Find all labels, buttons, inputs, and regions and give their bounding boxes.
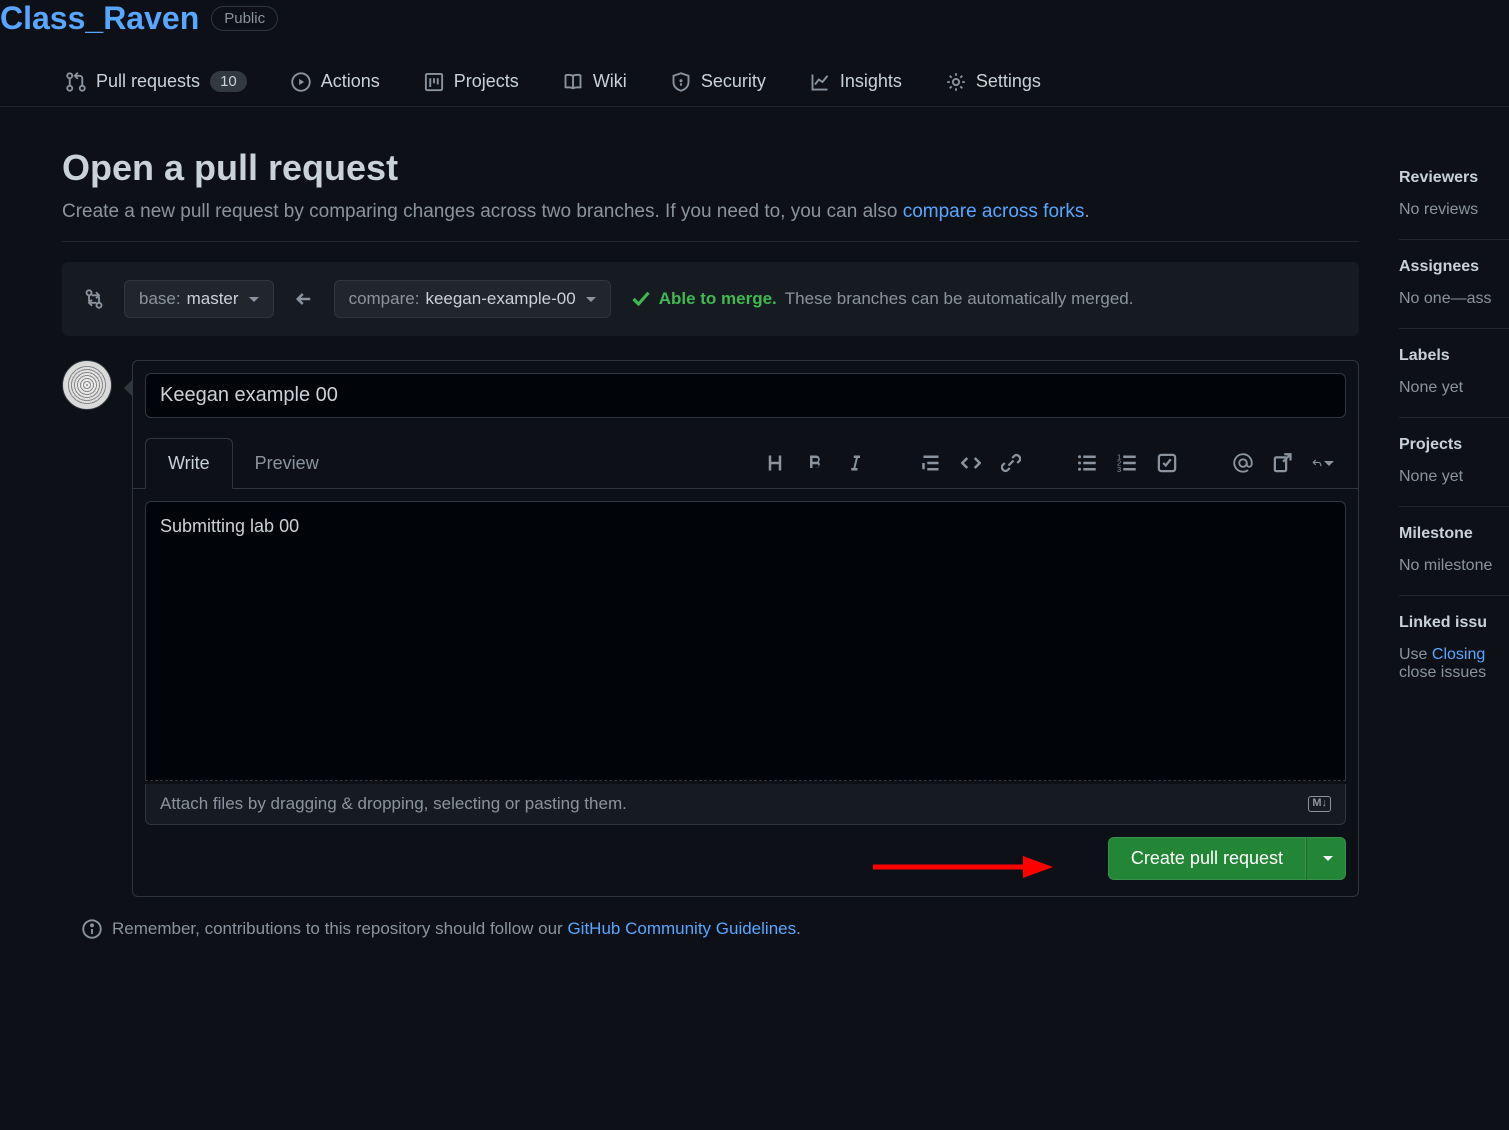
user-avatar[interactable] (62, 360, 112, 410)
quote-icon[interactable] (920, 452, 942, 474)
sidebar-title: Linked issu (1399, 614, 1509, 632)
visibility-badge: Public (211, 6, 278, 31)
tab-label: Pull requests (96, 71, 200, 92)
base-name: master (187, 289, 239, 309)
sidebar-value: None yet (1399, 468, 1509, 486)
sidebar-value: Use Closing (1399, 646, 1509, 664)
mention-icon[interactable] (1232, 452, 1254, 474)
tab-settings[interactable]: Settings (928, 57, 1059, 106)
sidebar-title: Reviewers (1399, 169, 1509, 187)
attach-text: Attach files by dragging & dropping, sel… (160, 794, 627, 814)
tab-label: Projects (454, 71, 519, 92)
page-title: Open a pull request (62, 147, 1359, 189)
sidebar-title: Assignees (1399, 258, 1509, 276)
tab-insights[interactable]: Insights (792, 57, 920, 106)
play-circle-icon (291, 72, 311, 92)
sidebar-assignees[interactable]: Assignees No one—ass (1399, 240, 1509, 329)
italic-icon[interactable] (844, 452, 866, 474)
sidebar-linked-issues[interactable]: Linked issu Use Closing close issues (1399, 596, 1509, 702)
bold-icon[interactable] (804, 452, 826, 474)
compare-label: compare: (349, 289, 420, 309)
project-icon (424, 72, 444, 92)
graph-icon (810, 72, 830, 92)
create-pull-request-button[interactable]: Create pull request (1108, 837, 1306, 880)
sidebar-value: None yet (1399, 379, 1509, 397)
cross-reference-icon[interactable] (1272, 452, 1294, 474)
caret-down-icon (586, 297, 596, 302)
tab-label: Wiki (593, 71, 627, 92)
base-label: base: (139, 289, 181, 309)
repo-name-link[interactable]: Class_Raven (0, 0, 199, 37)
caret-down-icon (249, 297, 259, 302)
base-branch-select[interactable]: base: master (124, 280, 274, 318)
sidebar-title: Projects (1399, 436, 1509, 454)
repo-nav: Pull requests 10 Actions Projects Wiki S… (0, 57, 1509, 107)
unordered-list-icon[interactable] (1076, 452, 1098, 474)
gear-icon (946, 72, 966, 92)
merge-ok-text: Able to merge. (659, 289, 777, 309)
attach-dropzone[interactable]: Attach files by dragging & dropping, sel… (145, 784, 1346, 825)
tasklist-icon[interactable] (1156, 452, 1178, 474)
info-icon (82, 919, 102, 939)
tab-count: 10 (210, 71, 247, 92)
merge-desc-text: These branches can be automatically merg… (785, 289, 1134, 309)
sidebar-value: close issues (1399, 664, 1509, 682)
compare-icon (84, 289, 104, 309)
pr-body-textarea[interactable] (145, 501, 1346, 781)
code-icon[interactable] (960, 452, 982, 474)
tab-projects[interactable]: Projects (406, 57, 537, 106)
sidebar-projects[interactable]: Projects None yet (1399, 418, 1509, 507)
heading-icon[interactable] (764, 452, 786, 474)
compare-forks-link[interactable]: compare across forks (903, 201, 1085, 222)
compare-name: keegan-example-00 (425, 289, 575, 309)
comment-box: Write Preview 123 (132, 360, 1359, 897)
preview-tab[interactable]: Preview (233, 439, 341, 488)
sidebar-value: No reviews (1399, 201, 1509, 219)
sidebar-value: No one—ass (1399, 290, 1509, 308)
sidebar-reviewers[interactable]: Reviewers No reviews (1399, 151, 1509, 240)
arrow-left-icon (294, 289, 314, 309)
footer-text: Remember, contributions to this reposito… (112, 919, 567, 938)
compare-branch-select[interactable]: compare: keegan-example-00 (334, 280, 611, 318)
markdown-badge-icon[interactable]: M↓ (1308, 796, 1331, 811)
sidebar-milestone[interactable]: Milestone No milestone (1399, 507, 1509, 596)
sidebar-value: No milestone (1399, 557, 1509, 575)
tab-label: Settings (976, 71, 1041, 92)
markdown-toolbar: 123 (764, 452, 1346, 474)
tab-pull-requests[interactable]: Pull requests 10 (48, 57, 265, 106)
book-icon (563, 72, 583, 92)
tab-label: Security (701, 71, 766, 92)
annotation-arrow (873, 852, 1053, 882)
caret-down-icon (1323, 856, 1333, 861)
guidelines-footer: Remember, contributions to this reposito… (62, 919, 1359, 939)
pr-title-input[interactable] (145, 373, 1346, 418)
shield-icon (671, 72, 691, 92)
subtitle-text: Create a new pull request by comparing c… (62, 201, 903, 222)
tab-label: Insights (840, 71, 902, 92)
sidebar-labels[interactable]: Labels None yet (1399, 329, 1509, 418)
branch-compare-bar: base: master compare: keegan-example-00 … (62, 262, 1359, 336)
guidelines-link[interactable]: GitHub Community Guidelines (567, 919, 796, 938)
footer-text: . (796, 919, 801, 938)
check-icon (631, 289, 651, 309)
tab-security[interactable]: Security (653, 57, 784, 106)
tab-label: Actions (321, 71, 380, 92)
subtitle-text: . (1084, 201, 1089, 222)
tab-actions[interactable]: Actions (273, 57, 398, 106)
tab-wiki[interactable]: Wiki (545, 57, 645, 106)
closing-keywords-link[interactable]: Closing (1432, 646, 1485, 663)
sidebar-title: Labels (1399, 347, 1509, 365)
merge-status: Able to merge. These branches can be aut… (631, 289, 1134, 309)
ordered-list-icon[interactable]: 123 (1116, 452, 1138, 474)
svg-text:3: 3 (1117, 465, 1121, 473)
create-pr-dropdown[interactable] (1306, 837, 1346, 880)
reply-icon[interactable] (1312, 452, 1334, 474)
sidebar-title: Milestone (1399, 525, 1509, 543)
page-subtitle: Create a new pull request by comparing c… (62, 201, 1359, 242)
write-tab[interactable]: Write (145, 438, 233, 489)
link-icon[interactable] (1000, 452, 1022, 474)
git-pull-request-icon (66, 72, 86, 92)
